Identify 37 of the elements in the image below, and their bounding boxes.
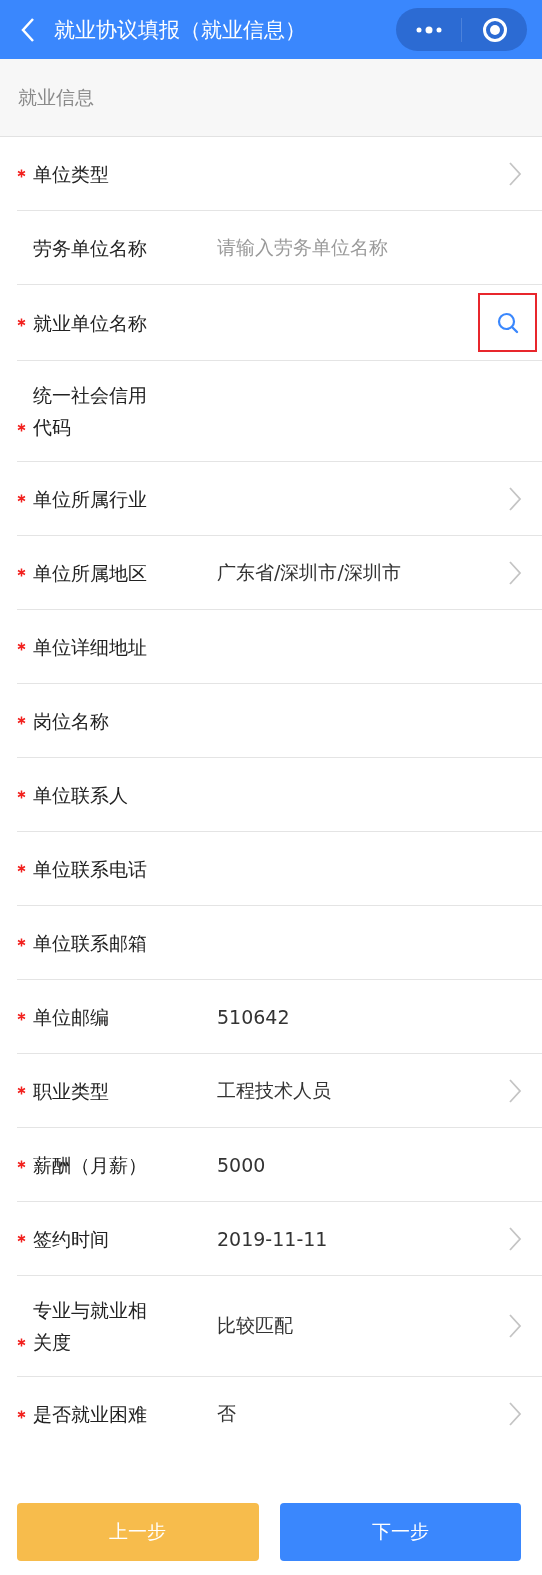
field-label: 是否就业困难 xyxy=(33,1402,148,1427)
chevron-right-icon[interactable] xyxy=(508,485,522,512)
field-label: 就业单位名称 xyxy=(33,310,148,336)
field-label: 单位所属地区 xyxy=(33,560,148,586)
chevron-right-icon[interactable] xyxy=(508,1077,522,1104)
field-label: 统一社会信用代码 xyxy=(33,383,148,440)
chevron-right-icon[interactable] xyxy=(508,1313,522,1339)
target-icon xyxy=(481,16,508,43)
chevron-right-icon[interactable] xyxy=(508,160,522,187)
field-value[interactable]: 2019-11-11 xyxy=(217,1227,508,1250)
field-label: 签约时间 xyxy=(33,1226,110,1252)
field-label: 单位联系人 xyxy=(33,782,129,808)
field-value[interactable]: 5000 xyxy=(217,1153,542,1176)
field-label: 单位类型 xyxy=(33,161,110,187)
more-icon xyxy=(414,24,443,35)
chevron-right-icon[interactable] xyxy=(508,1401,522,1427)
field-label: 薪酬（月薪） xyxy=(33,1152,148,1178)
field-label: 劳务单位名称 xyxy=(33,235,148,261)
field-value[interactable]: 否 xyxy=(217,1401,508,1427)
field-value[interactable]: 工程技术人员 xyxy=(217,1077,508,1104)
chevron-right-icon[interactable] xyxy=(508,559,522,586)
search-icon xyxy=(496,311,519,334)
page-title: 就业协议填报（就业信息） xyxy=(54,16,307,44)
field-label: 单位详细地址 xyxy=(33,634,148,660)
field-label: 专业与就业相关度 xyxy=(33,1298,148,1355)
field-value[interactable]: 比较匹配 xyxy=(217,1313,508,1339)
field-value[interactable]: 510642 xyxy=(217,1005,542,1028)
field-label: 单位所属行业 xyxy=(33,486,148,512)
field-label: 单位联系邮箱 xyxy=(33,930,148,956)
section-title: 就业信息 xyxy=(18,84,94,110)
field-label: 岗位名称 xyxy=(33,708,110,734)
chevron-right-icon[interactable] xyxy=(508,1225,522,1252)
search-button[interactable] xyxy=(478,293,537,352)
field-label: 单位联系电话 xyxy=(33,856,148,882)
field-label: 职业类型 xyxy=(33,1078,110,1104)
field-value[interactable]: 广东省/深圳市/深圳市 xyxy=(217,559,508,586)
field-label: 单位邮编 xyxy=(33,1004,110,1030)
